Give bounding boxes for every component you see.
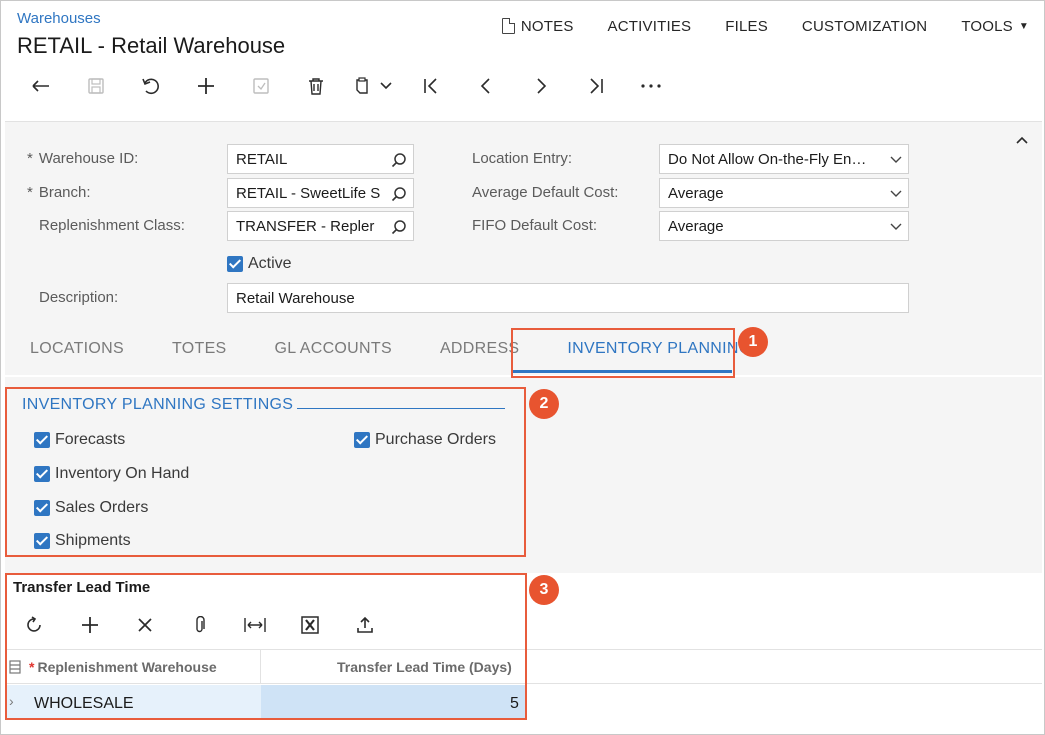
description-field[interactable]: Retail Warehouse	[227, 283, 909, 313]
search-icon[interactable]	[391, 219, 407, 235]
fifo-default-cost-label: FIFO Default Cost:	[472, 217, 598, 234]
location-entry-label: Location Entry:	[472, 150, 573, 167]
main-toolbar	[13, 70, 678, 102]
callout-box-3	[5, 573, 527, 720]
trash-icon	[308, 78, 323, 95]
notes-icon	[501, 17, 516, 34]
warehouse-id-field[interactable]: RETAIL	[227, 144, 414, 174]
copy-paste-icon	[252, 78, 269, 94]
chevron-down-icon	[380, 82, 392, 90]
save-button[interactable]	[68, 70, 123, 102]
back-icon	[31, 80, 49, 92]
replenishment-class-label: Replenishment Class:	[39, 217, 185, 234]
undo-icon	[141, 78, 159, 95]
next-icon	[536, 78, 546, 94]
branch-label: * Branch:	[27, 184, 91, 201]
customization-label: CUSTOMIZATION	[801, 17, 928, 35]
add-button[interactable]	[178, 70, 233, 102]
callout-badge-3: 3	[529, 575, 559, 605]
save-icon	[87, 78, 104, 94]
tools-menu[interactable]: TOOLS ▼	[944, 16, 1029, 36]
previous-record-button[interactable]	[458, 70, 513, 102]
tab-totes[interactable]: TOTES	[147, 333, 250, 365]
first-record-button[interactable]	[403, 70, 458, 102]
caret-down-icon: ▼	[1018, 20, 1029, 32]
next-record-button[interactable]	[513, 70, 568, 102]
delete-button[interactable]	[288, 70, 343, 102]
search-icon[interactable]	[391, 152, 407, 168]
checkbox-checked-icon	[227, 256, 243, 272]
last-record-button[interactable]	[568, 70, 623, 102]
activities-label: ACTIVITIES	[607, 17, 692, 35]
callout-box-1	[511, 328, 735, 378]
clipboard-menu-button[interactable]	[343, 70, 403, 102]
chevron-down-icon	[890, 223, 902, 230]
tab-gl-accounts[interactable]: GL ACCOUNTS	[250, 333, 415, 365]
fifo-default-cost-select[interactable]: Average	[659, 211, 909, 241]
page-title: RETAIL - Retail Warehouse	[17, 33, 286, 58]
last-icon	[589, 78, 603, 94]
chevron-down-icon	[890, 190, 902, 197]
collapse-button[interactable]	[1016, 131, 1028, 149]
notes-button[interactable]: NOTES	[485, 16, 591, 36]
tab-locations[interactable]: LOCATIONS	[5, 333, 147, 365]
avg-default-cost-select[interactable]: Average	[659, 178, 909, 208]
add-icon	[197, 78, 214, 94]
chevron-down-icon	[890, 156, 902, 163]
description-label: Description:	[39, 289, 119, 306]
more-button[interactable]	[623, 70, 678, 102]
activities-button[interactable]: ACTIVITIES	[591, 16, 709, 36]
warehouse-id-label: * Warehouse ID:	[27, 150, 139, 167]
back-button[interactable]	[13, 70, 68, 102]
callout-badge-2: 2	[529, 389, 559, 419]
tools-label: TOOLS	[961, 17, 1013, 35]
files-button[interactable]: FILES	[708, 16, 785, 36]
callout-box-2	[5, 387, 526, 557]
clipboard-icon	[356, 77, 368, 94]
files-label: FILES	[725, 17, 768, 35]
active-label: Active	[248, 255, 292, 272]
undo-button[interactable]	[123, 70, 178, 102]
callout-badge-1: 1	[738, 327, 768, 357]
location-entry-select[interactable]: Do Not Allow On-the-Fly En…	[659, 144, 909, 174]
first-icon	[423, 78, 437, 94]
notes-label: NOTES	[520, 17, 574, 35]
customization-button[interactable]: CUSTOMIZATION	[785, 16, 944, 36]
copy-paste-button[interactable]	[233, 70, 288, 102]
active-checkbox[interactable]: Active	[227, 255, 292, 273]
top-menu: NOTES ACTIVITIES FILES CUSTOMIZATION TOO…	[485, 16, 1029, 36]
breadcrumb[interactable]: Warehouses	[17, 10, 101, 27]
more-icon	[640, 84, 661, 88]
branch-field[interactable]: RETAIL - SweetLife S	[227, 178, 414, 208]
replenishment-class-field[interactable]: TRANSFER - Repler	[227, 211, 414, 241]
search-icon[interactable]	[391, 186, 407, 202]
prev-icon	[480, 78, 490, 94]
chevron-up-icon	[1016, 136, 1028, 144]
avg-default-cost-label: Average Default Cost:	[472, 184, 619, 201]
